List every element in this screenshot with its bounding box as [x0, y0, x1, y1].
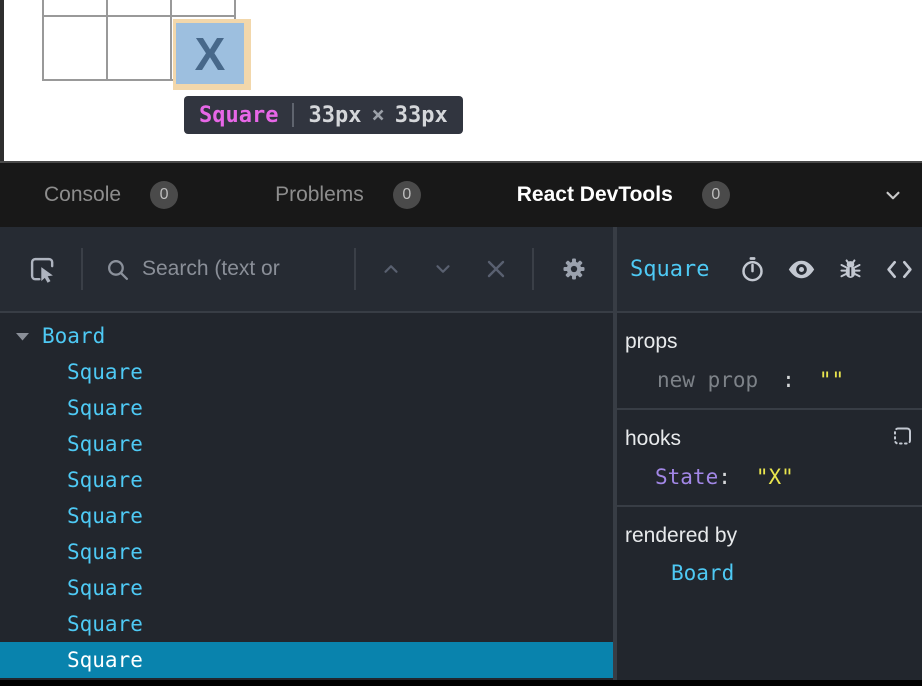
toolbar-separator [81, 248, 83, 290]
tooltip-divider [292, 103, 294, 127]
parse-hook-names-icon[interactable] [891, 424, 915, 448]
inspector-toolbar: Square [617, 227, 922, 313]
component-name: Square [67, 576, 143, 600]
view-source-code-icon[interactable] [885, 255, 914, 284]
inspect-overlay-padding: X [173, 19, 251, 90]
tab-badge: 0 [150, 181, 178, 209]
new-prop-key-input[interactable]: new prop [657, 368, 758, 392]
component-name: Square [67, 504, 143, 528]
tab-badge: 0 [393, 181, 421, 209]
tab-label: React DevTools [517, 183, 673, 207]
tree-row[interactable]: Square [0, 534, 613, 570]
tab-problems[interactable]: Problems 0 [275, 181, 421, 209]
tree-row[interactable]: Square [0, 498, 613, 534]
window-edge [0, 0, 4, 161]
clear-search-icon[interactable] [484, 257, 508, 281]
colon: : [718, 465, 731, 489]
tooltip-width: 33px [308, 103, 361, 128]
selected-component-title: Square [630, 257, 709, 282]
hooks-section: hooks State : "X" [617, 410, 922, 507]
component-name: Square [67, 432, 143, 456]
tooltip-component-name: Square [199, 103, 278, 128]
tree-row[interactable]: Square [0, 390, 613, 426]
board-row [42, 0, 234, 15]
component-name: Board [42, 324, 105, 348]
react-devtools-panel: Board Square Square Square [0, 227, 922, 680]
tree-row[interactable]: Square [0, 606, 613, 642]
components-toolbar [0, 227, 613, 313]
component-name: Square [67, 360, 143, 384]
board-cell[interactable] [106, 15, 172, 81]
rendered-by-title: rendered by [625, 524, 914, 548]
new-prop-value-input[interactable]: "" [819, 368, 844, 392]
rendered-by-link[interactable]: Board [625, 561, 914, 585]
tooltip-times: × [371, 103, 384, 128]
previous-match-icon[interactable] [380, 258, 402, 280]
props-title: props [625, 330, 914, 354]
component-name: Square [67, 468, 143, 492]
chevron-down-icon[interactable] [880, 182, 906, 208]
component-name: Square [67, 648, 143, 672]
next-match-icon[interactable] [432, 258, 454, 280]
tab-label: Problems [275, 183, 364, 207]
inspector-toolbar-icons [739, 255, 914, 284]
board-cell[interactable] [42, 15, 108, 81]
tree-row[interactable]: Square [0, 642, 613, 678]
hook-name: State [655, 465, 718, 489]
tab-label: Console [44, 183, 121, 207]
toolbar-separator [354, 248, 356, 290]
inspect-overlay-content: X [176, 23, 244, 84]
tab-console[interactable]: Console 0 [44, 181, 178, 209]
inspect-overlay-tooltip: Square 33px × 33px [184, 96, 463, 134]
props-section: props new prop : "" [617, 313, 922, 410]
log-bug-icon[interactable] [837, 256, 864, 283]
tree-row[interactable]: Square [0, 462, 613, 498]
settings-gear-icon[interactable] [560, 255, 588, 283]
search-icon [105, 257, 130, 282]
tree-row[interactable]: Square [0, 354, 613, 390]
new-prop-row[interactable]: new prop : "" [625, 368, 914, 392]
colon: : [782, 368, 795, 392]
state-hook-row: State : "X" [625, 465, 914, 489]
bottom-edge [0, 680, 922, 686]
component-name: Square [67, 540, 143, 564]
hook-value[interactable]: "X" [756, 465, 794, 489]
tab-badge: 0 [702, 181, 730, 209]
inspected-page: X Square 33px × 33px [0, 0, 922, 163]
expand-arrow-icon[interactable] [16, 332, 31, 341]
component-name: Square [67, 396, 143, 420]
toolbar-separator [532, 248, 534, 290]
tooltip-height: 33px [395, 103, 448, 128]
inspect-dom-eye-icon[interactable] [787, 255, 816, 284]
hooks-title: hooks [625, 427, 914, 451]
tree-row[interactable]: Board [0, 318, 613, 354]
tree-row[interactable]: Square [0, 426, 613, 462]
tree-row[interactable]: Square [0, 570, 613, 606]
suspense-stopwatch-icon[interactable] [739, 256, 766, 283]
inspector-panel: Square [617, 227, 922, 680]
inspect-element-icon[interactable] [28, 255, 57, 284]
rendered-by-section: rendered by Board [617, 507, 922, 680]
components-panel: Board Square Square Square [0, 227, 613, 680]
devtools-tabbar: Console 0 Problems 0 React DevTools 0 [0, 163, 922, 227]
component-name: Square [67, 612, 143, 636]
cell-x-mark: X [195, 31, 226, 77]
tab-react-devtools[interactable]: React DevTools 0 [517, 181, 730, 209]
search-input[interactable] [142, 257, 354, 281]
component-tree: Board Square Square Square [0, 313, 613, 680]
